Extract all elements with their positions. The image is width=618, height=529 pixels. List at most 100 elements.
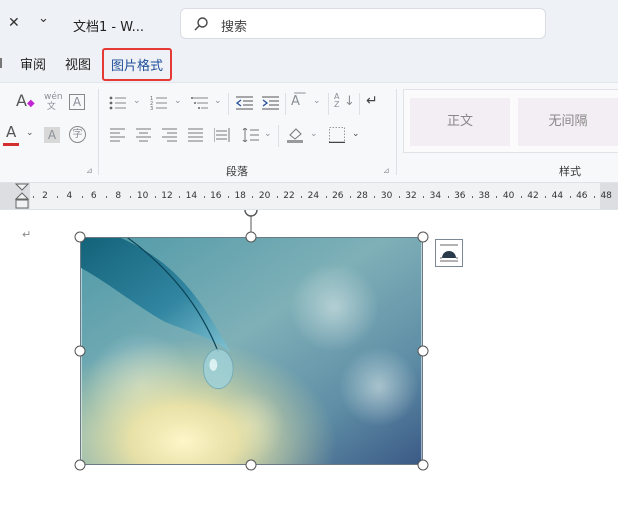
resize-handle-right[interactable] bbox=[417, 345, 429, 357]
ruler-number: 42 bbox=[527, 191, 539, 201]
align-center-icon[interactable] bbox=[136, 128, 152, 142]
ruler-tick bbox=[301, 196, 303, 198]
ruler-number: 12 bbox=[161, 191, 173, 201]
tab-picture-format[interactable]: 图片格式 bbox=[102, 48, 173, 81]
resize-handle-top[interactable] bbox=[245, 231, 257, 243]
group-separator bbox=[396, 89, 397, 175]
borders-icon[interactable] bbox=[329, 127, 345, 143]
shading-dropdown-icon[interactable]: ⌄ bbox=[310, 130, 318, 139]
ruler-tick bbox=[228, 196, 229, 198]
ruler-number: 30 bbox=[380, 191, 393, 201]
ribbon-tabs: 审阅 视图 图片格式 bbox=[0, 46, 618, 82]
resize-handle-bottom-left[interactable] bbox=[74, 459, 86, 471]
resize-handle-top-right[interactable] bbox=[417, 231, 429, 243]
line-spacing-icon[interactable] bbox=[242, 128, 260, 142]
ruler-tick bbox=[154, 196, 156, 198]
multilevel-list-icon[interactable] bbox=[191, 96, 211, 110]
decrease-indent-icon[interactable] bbox=[236, 96, 254, 110]
ruler-tick bbox=[252, 196, 254, 198]
ruler-number: 34 bbox=[429, 191, 442, 201]
paragraph-mark: ↵ bbox=[22, 228, 32, 241]
selected-picture[interactable] bbox=[80, 237, 423, 465]
font-color-dropdown-icon[interactable]: ⌄ bbox=[26, 129, 34, 138]
tab-view[interactable]: 视图 bbox=[65, 54, 91, 73]
ruler-number: 24 bbox=[307, 191, 320, 201]
multilevel-list-dropdown-icon[interactable]: ⌄ bbox=[214, 97, 222, 106]
ruler-tick bbox=[545, 196, 547, 198]
ruler-number: 46 bbox=[576, 191, 588, 201]
ruler-number: 14 bbox=[185, 191, 198, 201]
ruler-tick bbox=[32, 196, 34, 198]
chinese-layout-icon[interactable]: A͞ bbox=[291, 95, 300, 108]
resize-handle-bottom[interactable] bbox=[245, 459, 257, 471]
ruler-number: 22 bbox=[283, 191, 295, 201]
ruler-tick bbox=[496, 196, 498, 198]
ruler-number: 4 bbox=[66, 191, 73, 201]
search-icon bbox=[194, 17, 208, 31]
ruler-tick bbox=[81, 196, 83, 198]
increase-indent-icon[interactable] bbox=[262, 96, 280, 110]
clear-formatting-icon[interactable]: A◆ bbox=[16, 93, 35, 109]
distributed-align-icon[interactable] bbox=[214, 128, 230, 142]
ruler-tick bbox=[423, 196, 425, 198]
character-shading-icon[interactable]: A bbox=[44, 127, 60, 143]
paragraph-dialog-launcher-icon[interactable]: ⊿ bbox=[383, 167, 390, 175]
ruler-number: 10 bbox=[136, 191, 149, 201]
ruler-number: 26 bbox=[332, 191, 344, 201]
tab-overflow-marker bbox=[0, 58, 2, 68]
ruler-number: 38 bbox=[478, 191, 490, 201]
font-dialog-launcher-icon[interactable]: ⊿ bbox=[86, 167, 93, 175]
font-color-bar bbox=[3, 143, 19, 146]
ruler-number: 40 bbox=[502, 191, 515, 201]
ruler-number: 16 bbox=[210, 191, 222, 201]
group-separator bbox=[228, 93, 229, 115]
ruler-tick bbox=[350, 196, 351, 198]
resize-handle-bottom-right[interactable] bbox=[417, 459, 429, 471]
ruler-tick bbox=[57, 196, 59, 198]
font-color-glyph: A bbox=[6, 123, 17, 141]
character-border-icon[interactable]: A bbox=[69, 94, 85, 110]
font-color-icon[interactable]: A bbox=[6, 125, 16, 140]
bullets-dropdown-icon[interactable]: ⌄ bbox=[133, 97, 141, 106]
ruler-number: 8 bbox=[115, 191, 122, 201]
group-separator bbox=[98, 89, 99, 175]
numbering-dropdown-icon[interactable]: ⌄ bbox=[174, 97, 182, 106]
search-box[interactable]: 搜索 bbox=[180, 8, 546, 39]
ruler-tick bbox=[569, 196, 571, 198]
chinese-layout-dropdown-icon[interactable]: ⌄ bbox=[313, 97, 321, 106]
style-normal[interactable]: 正文 bbox=[410, 98, 510, 146]
ruler-tick bbox=[594, 196, 595, 198]
sort-icon[interactable]: AZ bbox=[334, 93, 339, 109]
horizontal-ruler: 2 4 6 8 10 12 14 16 18 20 22 24 26 28 30 32 34 36 38 40 42 44… bbox=[0, 182, 618, 210]
first-line-indent-marker[interactable] bbox=[15, 183, 29, 209]
numbering-icon[interactable]: 123 bbox=[150, 96, 170, 110]
ruler-tick bbox=[398, 196, 400, 198]
ruler-tick bbox=[130, 196, 132, 198]
ruler-number: 36 bbox=[454, 191, 466, 201]
quick-access-dropdown-icon[interactable]: ⌄ bbox=[38, 12, 49, 25]
ruler-tick bbox=[106, 196, 107, 198]
resize-handle-top-left[interactable] bbox=[74, 231, 86, 243]
phonetic-guide-icon[interactable]: wén 文 bbox=[44, 92, 63, 112]
ruler-number: 48 bbox=[600, 191, 612, 201]
borders-dropdown-icon[interactable]: ⌄ bbox=[352, 130, 360, 139]
ruler-tick bbox=[374, 196, 376, 198]
sort-arrow-icon[interactable]: ↓ bbox=[344, 95, 355, 108]
ruler-tick bbox=[325, 196, 327, 198]
align-left-icon[interactable] bbox=[110, 128, 126, 142]
resize-handle-left[interactable] bbox=[74, 345, 86, 357]
justify-icon[interactable] bbox=[188, 128, 204, 142]
ribbon: A◆ wén 文 A A ⌄ A 字 ⊿ ⌄ 123 ⌄ ⌄ A͞ ⌄ AZ ↓… bbox=[0, 82, 618, 182]
ruler-number: 2 bbox=[42, 191, 48, 201]
close-icon[interactable]: ✕ bbox=[8, 16, 20, 30]
show-paragraph-marks-icon[interactable]: ↵ bbox=[366, 94, 378, 108]
tab-review[interactable]: 审阅 bbox=[20, 54, 46, 73]
style-no-spacing[interactable]: 无间隔 bbox=[518, 98, 618, 146]
align-right-icon[interactable] bbox=[162, 128, 178, 142]
shading-icon[interactable] bbox=[287, 127, 305, 143]
line-spacing-dropdown-icon[interactable]: ⌄ bbox=[264, 130, 272, 139]
ruler-tick bbox=[520, 196, 522, 198]
bullets-icon[interactable] bbox=[109, 96, 129, 110]
enclose-characters-icon[interactable]: 字 bbox=[69, 126, 86, 143]
layout-options-icon[interactable] bbox=[435, 239, 463, 267]
